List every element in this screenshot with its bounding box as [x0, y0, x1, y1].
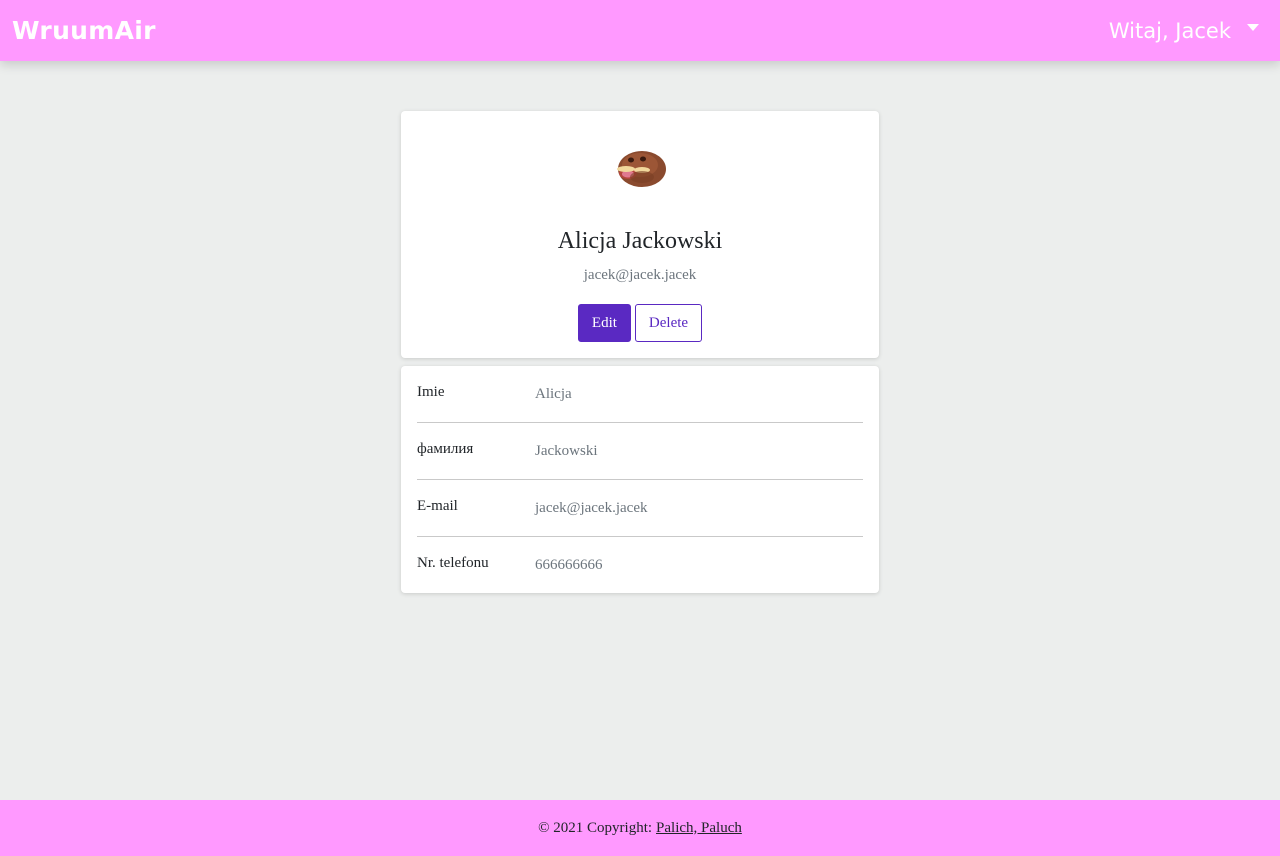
detail-value: Alicja [535, 385, 572, 402]
detail-row-first-name: Imie Alicja [417, 366, 863, 423]
profile-card: Alicja Jackowski jacek@jacek.jacek Edit … [401, 111, 879, 358]
detail-label: E-mail [417, 497, 458, 514]
profile-actions: Edit Delete [401, 304, 879, 342]
details-card: Imie Alicja фамилия Jackowski E-mail jac… [401, 366, 879, 593]
edit-button[interactable]: Edit [577, 304, 631, 342]
detail-value: jacek@jacek.jacek [535, 499, 648, 516]
detail-value: Jackowski [535, 442, 598, 459]
brand-logo[interactable]: WruumAir [12, 16, 156, 45]
detail-label: фамилия [417, 440, 474, 457]
detail-label: Nr. telefonu [417, 555, 489, 571]
detail-row-email: E-mail jacek@jacek.jacek [417, 480, 863, 537]
caret-down-icon[interactable] [1247, 24, 1259, 31]
user-greeting[interactable]: Witaj, Jacek [1109, 19, 1231, 43]
delete-button[interactable]: Delete [634, 304, 703, 342]
profile-name: Alicja Jackowski [557, 228, 723, 254]
user-menu-dropdown[interactable]: Witaj, Jacek [1109, 19, 1268, 43]
footer-authors-link[interactable]: Palich, Paluch [656, 820, 742, 837]
footer: © 2021 Copyright: Palich, Paluch [0, 800, 1280, 856]
footer-copyright: © 2021 Copyright: [538, 819, 653, 836]
profile-email: jacek@jacek.jacek [583, 267, 697, 283]
detail-row-last-name: фамилия Jackowski [417, 423, 863, 480]
detail-label: Imie [417, 383, 445, 400]
avatar [617, 151, 666, 187]
detail-value: 666666666 [535, 557, 603, 573]
detail-row-phone: Nr. telefonu 666666666 [417, 537, 863, 594]
navbar: WruumAir Witaj, Jacek [0, 0, 1280, 61]
